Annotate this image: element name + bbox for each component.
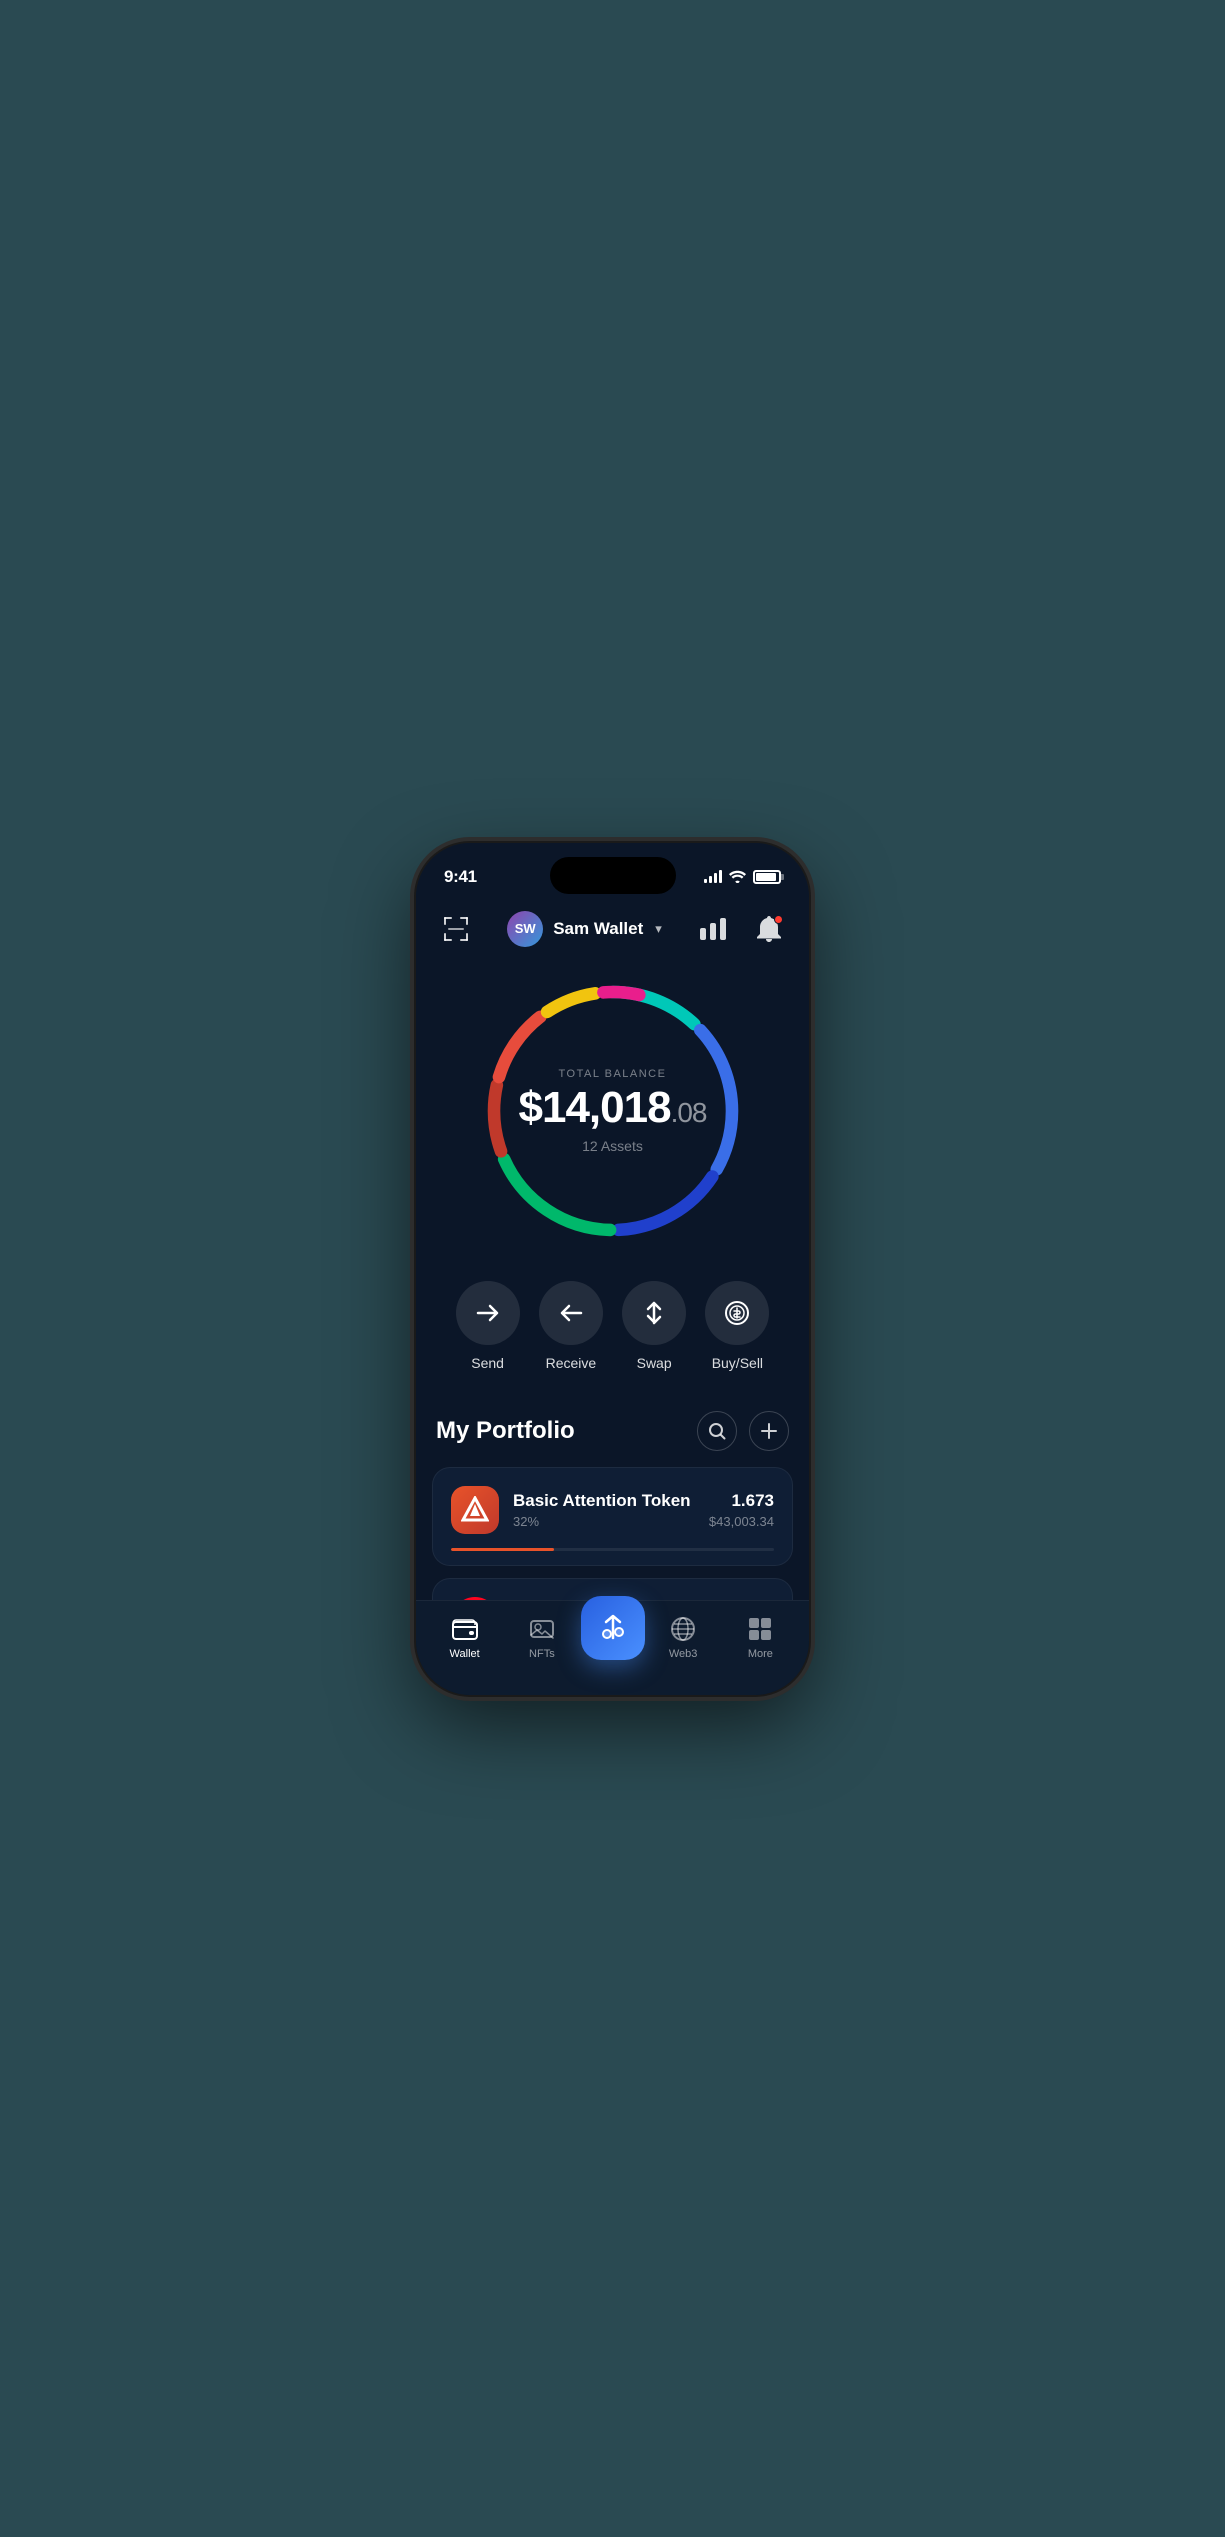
send-label: Send — [471, 1355, 504, 1371]
add-icon — [760, 1422, 778, 1440]
wallet-name: Sam Wallet — [553, 919, 643, 939]
send-circle — [456, 1281, 520, 1345]
swap-icon — [643, 1301, 665, 1325]
chevron-down-icon: ▾ — [655, 921, 662, 937]
portfolio-title: My Portfolio — [436, 1417, 575, 1445]
bat-value: $43,003.34 — [709, 1514, 774, 1529]
nav-wallet[interactable]: Wallet — [426, 1615, 503, 1660]
signal-icon — [704, 870, 722, 883]
bat-progress-bar — [451, 1548, 774, 1551]
balance-label: TOTAL BALANCE — [513, 1068, 713, 1080]
balance-section: TOTAL BALANCE $14,018.08 12 Assets — [416, 961, 809, 1271]
swap-circle — [622, 1281, 686, 1345]
chart-bar-icon — [700, 918, 726, 940]
balance-amount: $14,018.08 — [513, 1086, 713, 1130]
screen: 9:41 — [416, 843, 809, 1695]
donut-chart: TOTAL BALANCE $14,018.08 12 Assets — [473, 971, 753, 1251]
asset-count: 12 Assets — [513, 1138, 713, 1154]
notifications-button[interactable] — [749, 909, 789, 949]
nav-nfts[interactable]: NFTs — [503, 1615, 580, 1660]
nav-web3-label: Web3 — [669, 1648, 698, 1660]
status-icons — [704, 870, 781, 884]
portfolio-search-button[interactable] — [697, 1411, 737, 1451]
swap-arrows-icon — [597, 1612, 629, 1644]
buysell-circle — [705, 1281, 769, 1345]
swap-button[interactable]: Swap — [622, 1281, 686, 1371]
buysell-button[interactable]: Buy/Sell — [705, 1281, 769, 1371]
header: SW Sam Wallet ▾ — [416, 897, 809, 961]
nav-more[interactable]: More — [722, 1615, 799, 1660]
receive-icon — [559, 1303, 583, 1323]
action-buttons: Send Receive Swap — [416, 1271, 809, 1401]
portfolio-header: My Portfolio — [416, 1401, 809, 1467]
scan-button[interactable] — [436, 909, 476, 949]
send-icon — [476, 1303, 500, 1323]
wallet-nav-icon — [451, 1615, 479, 1643]
wifi-icon — [729, 870, 746, 883]
notification-badge — [774, 915, 783, 924]
receive-circle — [539, 1281, 603, 1345]
scan-icon — [442, 915, 470, 943]
buysell-label: Buy/Sell — [712, 1355, 763, 1371]
nav-web3[interactable]: Web3 — [645, 1615, 722, 1660]
nav-more-label: More — [748, 1648, 773, 1660]
bat-icon — [451, 1486, 499, 1534]
wallet-selector[interactable]: SW Sam Wallet ▾ — [507, 911, 662, 947]
receive-button[interactable]: Receive — [539, 1281, 603, 1371]
battery-icon — [753, 870, 781, 884]
bat-info: Basic Attention Token 32% — [513, 1491, 695, 1529]
dynamic-island — [550, 857, 676, 894]
buysell-icon — [724, 1300, 750, 1326]
bottom-nav: Wallet NFTs — [416, 1600, 809, 1695]
nav-wallet-label: Wallet — [450, 1648, 480, 1660]
balance-center: TOTAL BALANCE $14,018.08 12 Assets — [513, 1068, 713, 1154]
nfts-nav-icon — [528, 1615, 556, 1643]
charts-button[interactable] — [693, 909, 733, 949]
search-icon — [708, 1422, 726, 1440]
phone-frame: 9:41 — [416, 843, 809, 1695]
portfolio-add-button[interactable] — [749, 1411, 789, 1451]
bat-quantity: 1.673 — [709, 1491, 774, 1511]
web3-nav-icon — [669, 1615, 697, 1643]
bat-percentage: 32% — [513, 1514, 695, 1529]
asset-card-bat[interactable]: Basic Attention Token 32% 1.673 $43,003.… — [432, 1467, 793, 1566]
bat-progress-fill — [451, 1548, 554, 1551]
nav-nfts-label: NFTs — [529, 1648, 555, 1660]
header-right — [693, 909, 789, 949]
portfolio-actions — [697, 1411, 789, 1451]
status-time: 9:41 — [444, 867, 477, 887]
bat-name: Basic Attention Token — [513, 1491, 695, 1511]
more-nav-icon — [746, 1615, 774, 1643]
avatar: SW — [507, 911, 543, 947]
send-button[interactable]: Send — [456, 1281, 520, 1371]
asset-row-bat: Basic Attention Token 32% 1.673 $43,003.… — [451, 1486, 774, 1534]
bat-amounts: 1.673 $43,003.34 — [709, 1491, 774, 1529]
receive-label: Receive — [546, 1355, 597, 1371]
nav-center-button[interactable] — [581, 1596, 645, 1660]
swap-label: Swap — [637, 1355, 672, 1371]
